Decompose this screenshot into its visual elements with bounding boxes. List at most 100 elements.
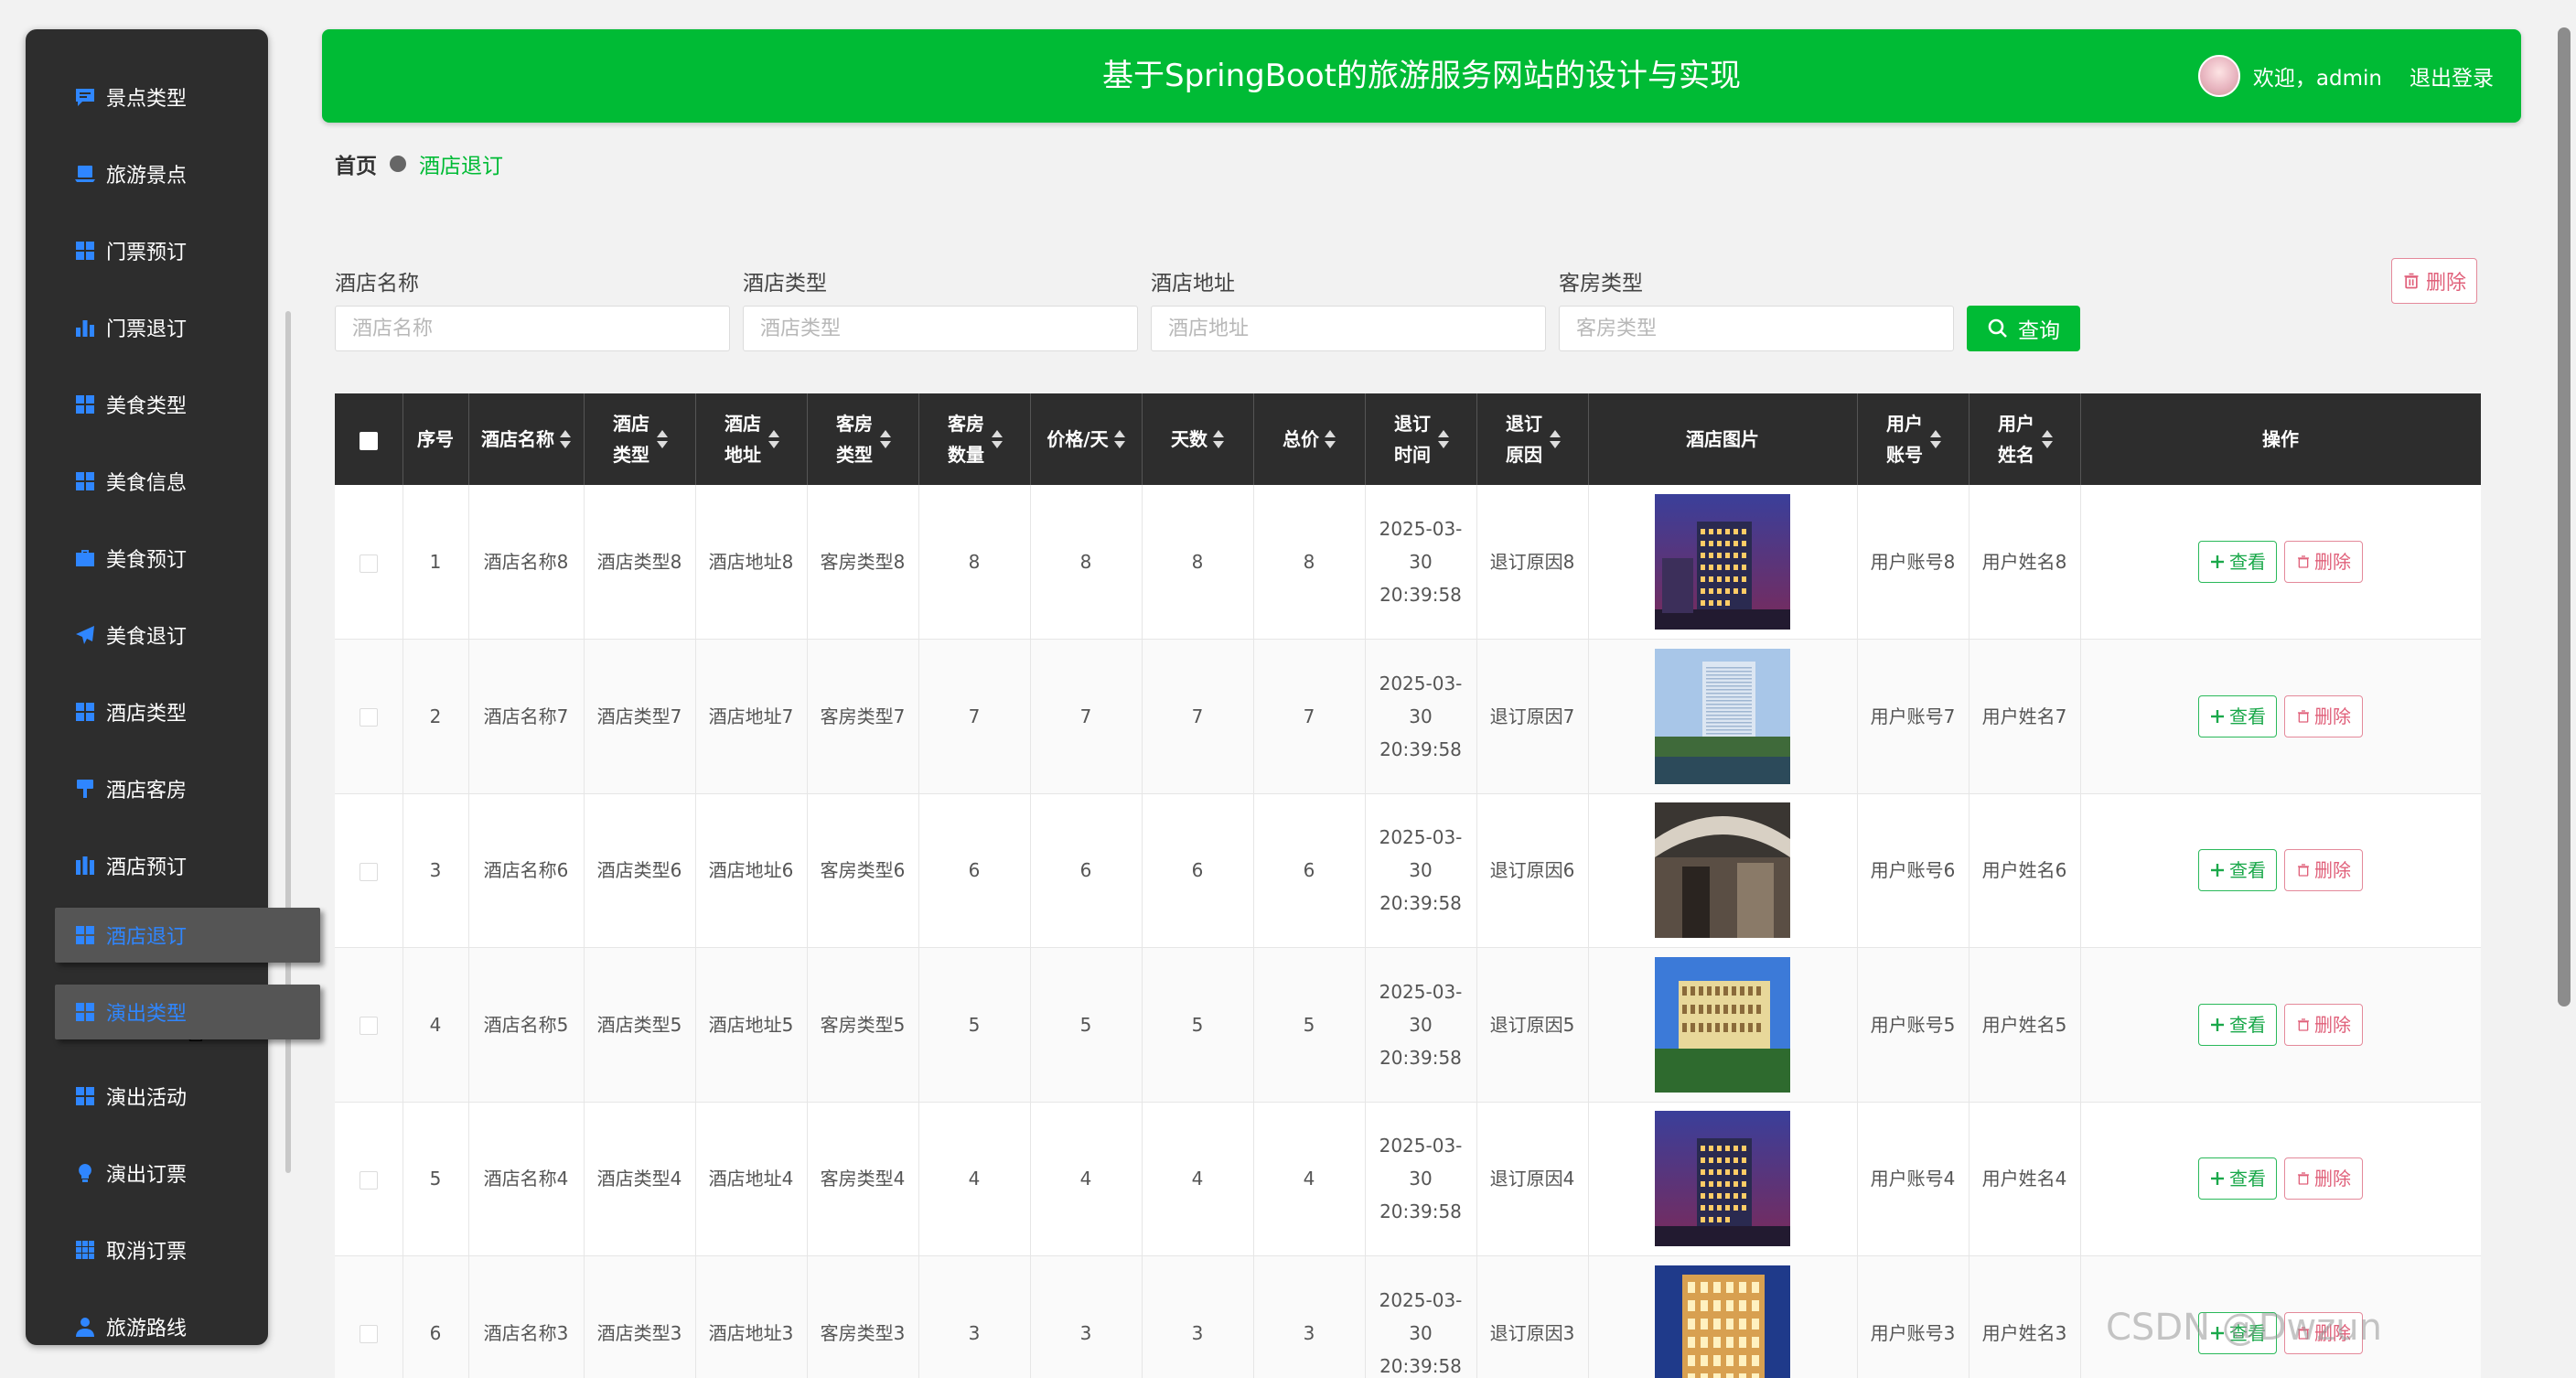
column-header-2[interactable]: 酒店名称: [468, 393, 585, 485]
search-button[interactable]: 查询: [1967, 306, 2080, 351]
column-header-9[interactable]: 总价: [1253, 393, 1366, 485]
cell-account: 用户账号5: [1857, 947, 1970, 1103]
view-button[interactable]: 查看: [2198, 1157, 2277, 1200]
hotel-address-label: 酒店地址: [1151, 272, 1235, 296]
hotel-image[interactable]: [1655, 494, 1790, 630]
hotel-type-input[interactable]: [743, 306, 1138, 351]
column-header-4[interactable]: 酒店地址: [695, 393, 808, 485]
cell-name: 酒店名称8: [468, 485, 585, 640]
sidebar-item-8[interactable]: 美食退订: [26, 608, 268, 662]
row-checkbox[interactable]: [359, 1017, 378, 1036]
column-header-10[interactable]: 退订时间: [1365, 393, 1477, 485]
sort-caret-icon[interactable]: [880, 430, 891, 448]
sidebar-item-3[interactable]: 门票预订: [26, 223, 268, 278]
view-button-label: 查看: [2229, 551, 2266, 573]
column-header-8[interactable]: 天数: [1142, 393, 1254, 485]
cell-name: 酒店名称5: [468, 947, 585, 1103]
sidebar-item-7[interactable]: 美食预订: [26, 531, 268, 586]
view-button[interactable]: 查看: [2198, 849, 2277, 892]
column-header-3[interactable]: 酒店类型: [584, 393, 696, 485]
column-header-5[interactable]: 客房类型: [807, 393, 919, 485]
column-header-label: 序号: [417, 428, 454, 450]
column-header-14[interactable]: 用户姓名: [1969, 393, 2081, 485]
hotel-image[interactable]: [1655, 1265, 1790, 1378]
cell-text: 用户姓名7: [1981, 705, 2067, 727]
sidebar-item-14[interactable]: 演出活动: [26, 1069, 268, 1124]
sidebar: 景点类型旅游景点门票预订门票退订美食类型美食信息美食预订美食退订酒店类型酒店客房…: [26, 29, 268, 1345]
select-all-checkbox[interactable]: [359, 431, 378, 450]
header-select-all[interactable]: [335, 393, 403, 485]
bulb-icon: [73, 1161, 97, 1185]
cell-actions: 查看 删除: [2080, 793, 2481, 948]
cell-text: 6: [1303, 859, 1315, 882]
sort-caret-icon[interactable]: [560, 430, 571, 448]
column-header-11[interactable]: 退订原因: [1476, 393, 1589, 485]
sidebar-item-16[interactable]: 取消订票: [26, 1222, 268, 1277]
cell-reason: 退订原因6: [1476, 793, 1589, 948]
hotel-image[interactable]: [1655, 956, 1790, 1093]
sort-caret-icon[interactable]: [1113, 430, 1125, 448]
delete-button[interactable]: 删除: [2284, 694, 2363, 737]
page-scrollbar[interactable]: [2558, 27, 2571, 1007]
row-checkbox[interactable]: [359, 862, 378, 881]
sidebar-item-15[interactable]: 演出订票: [26, 1146, 268, 1200]
sidebar-item-13[interactable]: 演出类型: [55, 985, 320, 1039]
logout-link[interactable]: 退出登录: [2410, 60, 2494, 92]
sort-caret-icon[interactable]: [1930, 430, 1941, 448]
sort-caret-icon[interactable]: [1213, 430, 1224, 448]
view-button[interactable]: 查看: [2198, 694, 2277, 737]
sidebar-item-6[interactable]: 美食信息: [26, 454, 268, 509]
room-type-input[interactable]: [1559, 306, 1954, 351]
column-header-7[interactable]: 价格/天: [1030, 393, 1143, 485]
sort-caret-icon[interactable]: [1325, 430, 1336, 448]
sidebar-item-1[interactable]: 景点类型: [26, 70, 268, 124]
cell-text: 4: [1303, 1168, 1315, 1190]
view-button[interactable]: 查看: [2198, 1003, 2277, 1046]
row-checkbox[interactable]: [359, 1170, 378, 1190]
sort-caret-icon[interactable]: [2042, 430, 2053, 448]
sidebar-item-12[interactable]: 酒店退订: [55, 908, 320, 963]
avatar[interactable]: [2197, 55, 2240, 97]
sidebar-item-11[interactable]: 酒店预订: [26, 838, 268, 893]
cell-days: 7: [1142, 639, 1254, 794]
row-checkbox[interactable]: [359, 708, 378, 727]
row-checkbox[interactable]: [359, 1325, 378, 1344]
sort-caret-icon[interactable]: [657, 430, 668, 448]
delete-button[interactable]: 删除: [2284, 1003, 2363, 1046]
view-button[interactable]: 查看: [2198, 541, 2277, 583]
sidebar-item-label: 旅游景点: [106, 165, 188, 188]
column-header-6[interactable]: 客房数量: [918, 393, 1031, 485]
cell-rooms: 8: [918, 485, 1031, 640]
hotel-address-input[interactable]: [1151, 306, 1546, 351]
view-button-label: 查看: [2229, 1013, 2266, 1036]
sort-caret-icon[interactable]: [992, 430, 1003, 448]
column-header-13[interactable]: 用户账号: [1857, 393, 1970, 485]
sort-caret-icon[interactable]: [768, 430, 779, 448]
row-actions: 查看 删除: [2198, 1003, 2363, 1046]
sidebar-item-9[interactable]: 酒店类型: [26, 684, 268, 739]
delete-button[interactable]: 删除: [2284, 1157, 2363, 1200]
hotel-image[interactable]: [1655, 648, 1790, 784]
sidebar-item-label: 门票预订: [106, 242, 188, 264]
sort-caret-icon[interactable]: [1550, 430, 1561, 448]
batch-delete-button[interactable]: 删除: [2391, 258, 2477, 304]
row-checkbox[interactable]: [359, 554, 378, 573]
cell-text: 8: [1191, 551, 1204, 573]
delete-button[interactable]: 删除: [2284, 541, 2363, 583]
column-header-label: 退订原因: [1506, 413, 1542, 466]
sidebar-scrollbar[interactable]: [285, 311, 291, 1173]
breadcrumb-separator-icon: [390, 156, 406, 172]
breadcrumb-home[interactable]: 首页: [335, 148, 377, 179]
hotel-image[interactable]: [1655, 1111, 1790, 1247]
cell-text: 用户姓名4: [1981, 1168, 2067, 1190]
sidebar-item-17[interactable]: 旅游路线: [26, 1299, 268, 1345]
sidebar-item-10[interactable]: 酒店客房: [26, 761, 268, 816]
sidebar-item-4[interactable]: 门票退订: [26, 300, 268, 355]
delete-button[interactable]: 删除: [2284, 849, 2363, 892]
watermark-text: CSDN @Dwzun: [2106, 1307, 2382, 1349]
sidebar-item-2[interactable]: 旅游景点: [26, 146, 268, 201]
hotel-name-input[interactable]: [335, 306, 730, 351]
sidebar-item-5[interactable]: 美食类型: [26, 377, 268, 432]
sort-caret-icon[interactable]: [1438, 430, 1449, 448]
hotel-image[interactable]: [1655, 802, 1790, 939]
